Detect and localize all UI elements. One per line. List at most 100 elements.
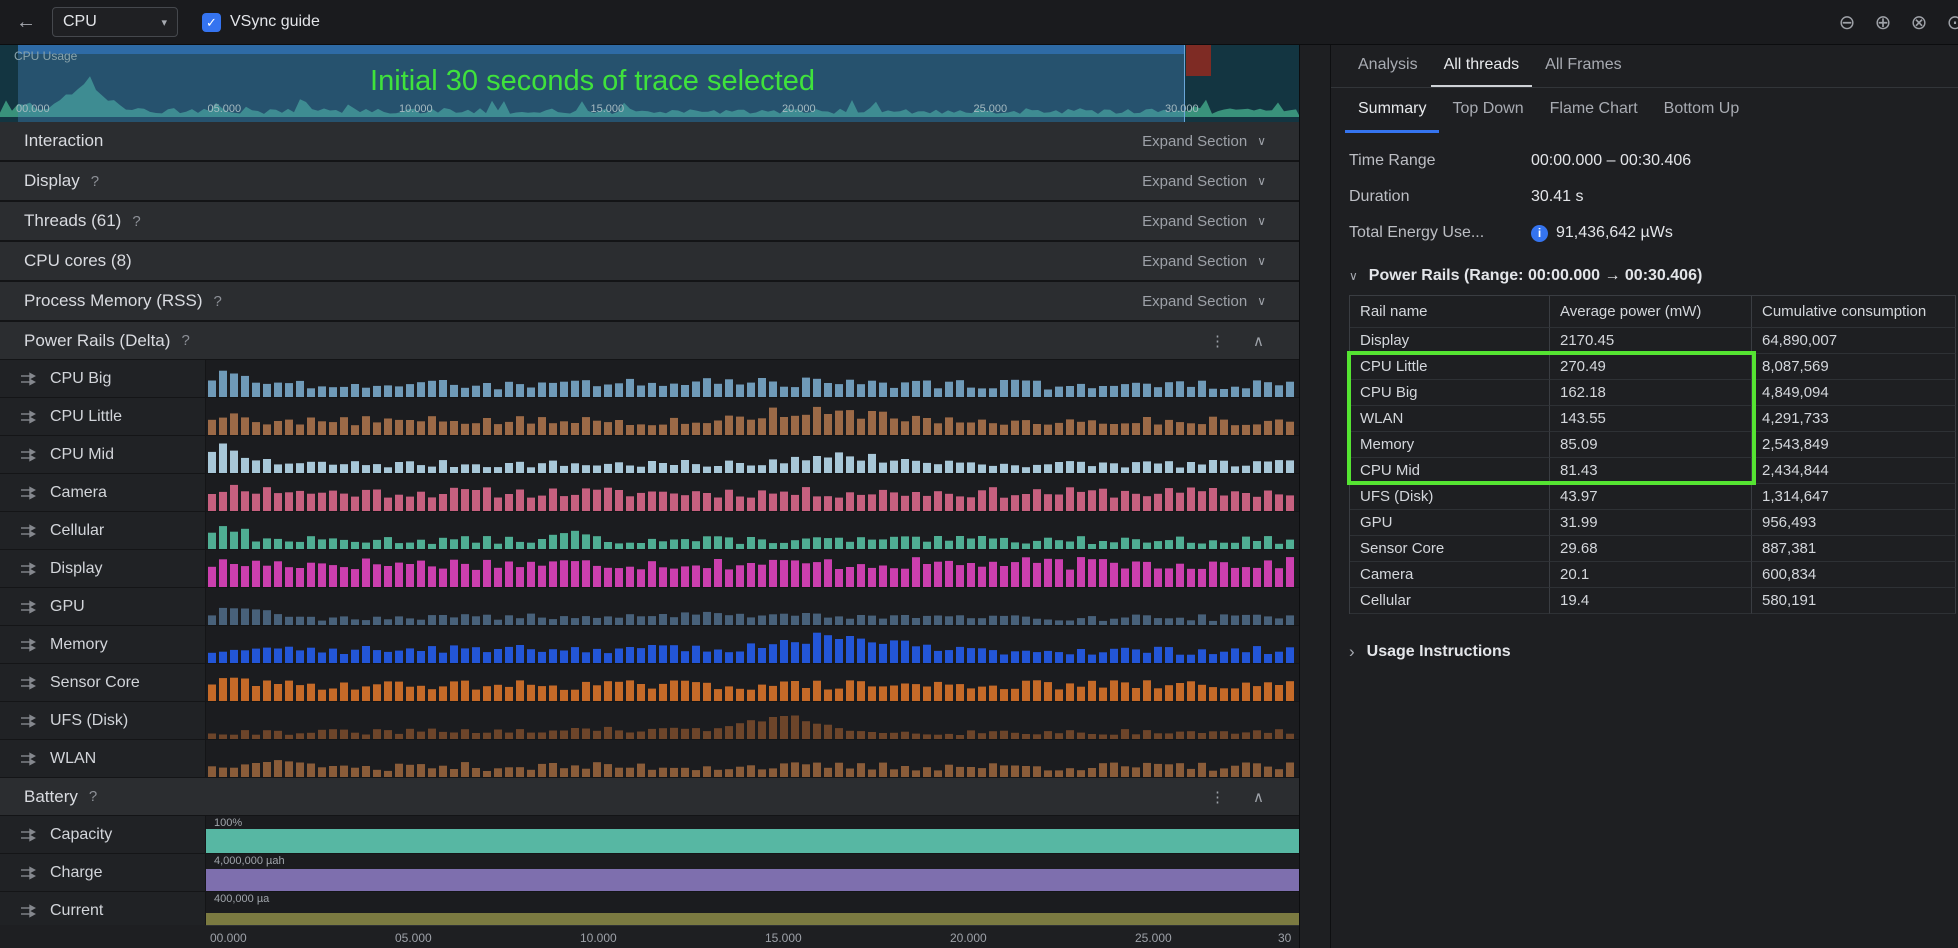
table-row-sensor-core[interactable]: Sensor Core29.68887,381 (1350, 536, 1956, 562)
battery-value-label: 400,000 µa (214, 893, 269, 905)
track-icon (20, 410, 37, 424)
table-cell: UFS (Disk) (1350, 484, 1550, 510)
rail-track-header[interactable]: Sensor Core (0, 664, 206, 701)
track-section-interaction[interactable]: InteractionExpand Section∨ (0, 122, 1300, 162)
energy-row: Total Energy Use... i 91,436,642 µWs (1349, 215, 1958, 251)
back-button[interactable]: ← (16, 11, 36, 34)
table-row-wlan[interactable]: WLAN143.554,291,733 (1350, 406, 1956, 432)
time-axis-tick: 15.000 (765, 931, 802, 945)
kebab-menu-icon[interactable]: ⋮ (1210, 788, 1225, 806)
table-row-cpu-little[interactable]: CPU Little270.498,087,569 (1350, 354, 1956, 380)
battery-track-header[interactable]: Current (0, 892, 206, 925)
rail-track-header[interactable]: GPU (0, 588, 206, 625)
power-rails-summary-header[interactable]: ∨ Power Rails (Range: 00:00.000 → 00:30.… (1349, 267, 1958, 285)
expand-section-button[interactable]: Expand Section∨ (1142, 133, 1266, 150)
battery-track-row-capacity: Capacity100% (0, 816, 1300, 854)
track-section-threads-61[interactable]: Threads (61)?Expand Section∨ (0, 202, 1300, 242)
cpu-usage-track[interactable]: CPU Usage Initial 30 seconds of trace se… (0, 45, 1300, 122)
tab-all-frames[interactable]: All Frames (1532, 45, 1634, 87)
selection-drag-handle[interactable] (18, 45, 1184, 54)
time-range-label: Time Range (1349, 152, 1531, 170)
collapse-section-icon[interactable]: ∧ (1253, 788, 1264, 806)
help-icon[interactable]: ? (132, 213, 140, 230)
rail-chart (206, 702, 1300, 739)
table-row-cpu-big[interactable]: CPU Big162.184,849,094 (1350, 380, 1956, 406)
subtab-bottom-up[interactable]: Bottom Up (1651, 88, 1753, 133)
rail-name: Display (50, 560, 102, 578)
rail-name: CPU Mid (50, 446, 114, 464)
chevron-down-icon: ∨ (1349, 269, 1358, 283)
track-section-process-memory-rss[interactable]: Process Memory (RSS)?Expand Section∨ (0, 282, 1300, 322)
track-section-display[interactable]: Display?Expand Section∨ (0, 162, 1300, 202)
power-rails-section-header[interactable]: Power Rails (Delta) ? ⋮ ∧ (0, 322, 1300, 360)
battery-track-header[interactable]: Capacity (0, 816, 206, 853)
table-cell: WLAN (1350, 406, 1550, 432)
section-title: CPU cores (8) (24, 251, 132, 271)
tab-analysis[interactable]: Analysis (1345, 45, 1431, 87)
battery-track-header[interactable]: Charge (0, 854, 206, 891)
track-icon (20, 600, 37, 614)
chevron-down-icon: ∨ (1257, 294, 1266, 308)
rail-track-header[interactable]: Display (0, 550, 206, 587)
chevron-down-icon: ∨ (1257, 134, 1266, 148)
rail-track-header[interactable]: CPU Little (0, 398, 206, 435)
table-cell: 270.49 (1550, 354, 1752, 380)
rail-track-header[interactable]: CPU Big (0, 360, 206, 397)
table-row-display[interactable]: Display2170.4564,890,007 (1350, 328, 1956, 354)
rail-track-header[interactable]: Memory (0, 626, 206, 663)
rail-name: Camera (50, 484, 107, 502)
usage-instructions-toggle[interactable]: › Usage Instructions (1349, 642, 1958, 662)
table-row-ufs-disk[interactable]: UFS (Disk)43.971,314,647 (1350, 484, 1956, 510)
info-icon[interactable]: i (1531, 225, 1548, 242)
usage-instructions-label: Usage Instructions (1367, 643, 1511, 661)
timeline-tick: 25.000 (974, 103, 1008, 115)
table-cell: CPU Little (1350, 354, 1550, 380)
table-row-memory[interactable]: Memory85.092,543,849 (1350, 432, 1956, 458)
zoom-out-icon[interactable]: ⊖ (1836, 10, 1858, 35)
track-icon (20, 524, 37, 538)
expand-section-button[interactable]: Expand Section∨ (1142, 293, 1266, 310)
help-icon[interactable]: ? (181, 332, 189, 349)
reset-zoom-icon[interactable]: ⊗ (1908, 10, 1930, 35)
selection-annotation: Initial 30 seconds of trace selected (0, 65, 1185, 98)
rail-track-header[interactable]: WLAN (0, 740, 206, 777)
rail-track-header[interactable]: Camera (0, 474, 206, 511)
track-icon (20, 638, 37, 652)
power-rail-row-cpu-big: CPU Big (0, 360, 1300, 398)
vsync-guide-toggle[interactable]: ✓ VSync guide (202, 13, 320, 32)
zoom-in-icon[interactable]: ⊕ (1872, 10, 1894, 35)
help-icon[interactable]: ? (91, 173, 99, 190)
subtab-top-down[interactable]: Top Down (1439, 88, 1536, 133)
track-section-cpu-cores-8[interactable]: CPU cores (8) Expand Section∨ (0, 242, 1300, 282)
rail-track-header[interactable]: Cellular (0, 512, 206, 549)
tab-all-threads[interactable]: All threads (1431, 45, 1533, 87)
help-icon[interactable]: ? (214, 293, 222, 310)
track-sections: InteractionExpand Section∨Display?Expand… (0, 122, 1300, 322)
zoom-to-selection-icon[interactable]: ⊙ (1944, 10, 1958, 35)
expand-section-button[interactable]: Expand Section∨ (1142, 253, 1266, 270)
collapse-section-icon[interactable]: ∧ (1253, 332, 1264, 350)
timeline-tick: 00.000 (16, 103, 50, 115)
table-row-camera[interactable]: Camera20.1600,834 (1350, 562, 1956, 588)
table-cell: 19.4 (1550, 588, 1752, 614)
expand-section-button[interactable]: Expand Section∨ (1142, 213, 1266, 230)
checkbox-checked-icon[interactable]: ✓ (202, 13, 221, 32)
kebab-menu-icon[interactable]: ⋮ (1210, 332, 1225, 350)
table-row-cpu-mid[interactable]: CPU Mid81.432,434,844 (1350, 458, 1956, 484)
power-rail-row-memory: Memory (0, 626, 1300, 664)
subtab-summary[interactable]: Summary (1345, 88, 1439, 133)
time-axis-tick: 05.000 (395, 931, 432, 945)
profiler-track-dropdown[interactable]: CPU ▾ (52, 7, 178, 37)
table-row-cellular[interactable]: Cellular19.4580,191 (1350, 588, 1956, 614)
battery-section-header[interactable]: Battery ? ⋮ ∧ (0, 778, 1300, 816)
summary-subtabs: SummaryTop DownFlame ChartBottom Up (1331, 88, 1958, 133)
rail-track-header[interactable]: UFS (Disk) (0, 702, 206, 739)
help-icon[interactable]: ? (89, 788, 97, 805)
rail-track-header[interactable]: CPU Mid (0, 436, 206, 473)
power-rail-row-cpu-little: CPU Little (0, 398, 1300, 436)
expand-section-button[interactable]: Expand Section∨ (1142, 173, 1266, 190)
table-row-gpu[interactable]: GPU31.99956,493 (1350, 510, 1956, 536)
table-cell: 85.09 (1550, 432, 1752, 458)
table-cell: 8,087,569 (1752, 354, 1956, 380)
subtab-flame-chart[interactable]: Flame Chart (1537, 88, 1651, 133)
